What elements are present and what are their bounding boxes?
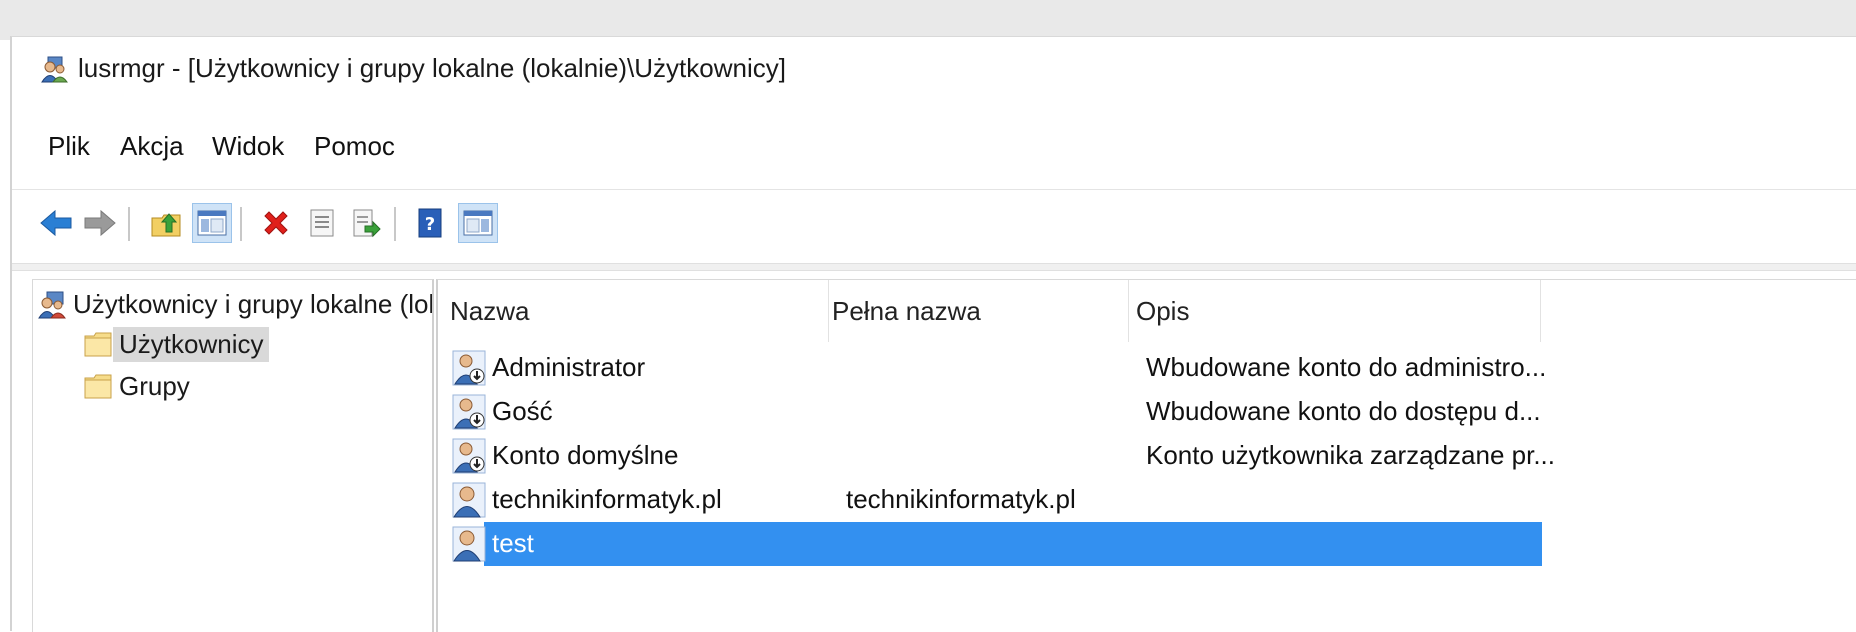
column-divider[interactable]: [1128, 280, 1129, 342]
user-name: Gość: [492, 396, 553, 426]
tree-root-label: Użytkownicy i grupy lokalne (lokalnie): [73, 288, 432, 319]
user-icon: [452, 526, 486, 562]
tree-item-label: Grupy: [119, 370, 190, 401]
delete-icon: [264, 211, 288, 235]
menu-widok[interactable]: Widok: [206, 129, 290, 164]
forward-button[interactable]: [80, 203, 120, 243]
folder-icon: [84, 332, 112, 357]
console-tree-pane[interactable]: Użytkownicy i grupy lokalne (lokalnie) U…: [32, 279, 434, 632]
tree-root-item[interactable]: Użytkownicy i grupy lokalne (lokalnie): [37, 284, 432, 324]
menu-plik[interactable]: Plik: [42, 129, 96, 164]
properties-button[interactable]: [302, 203, 342, 243]
user-description: Konto użytkownika zarządzane pr...: [1146, 440, 1556, 470]
user-name: technikinformatyk.pl: [492, 484, 722, 514]
table-row[interactable]: Konto domyślne Konto użytkownika zarządz…: [452, 434, 1555, 478]
user-full-name: technikinformatyk.pl: [846, 484, 1076, 514]
forward-icon: [84, 209, 116, 237]
help-button[interactable]: ?: [410, 203, 450, 243]
menu-pomoc[interactable]: Pomoc: [308, 129, 401, 164]
show-hide-action-pane-icon: [463, 210, 493, 236]
svg-text:?: ?: [425, 214, 435, 235]
lusrmgr-window: lusrmgr - [Użytkownicy i grupy lokalne (…: [10, 36, 1856, 632]
toolbar: ?: [12, 197, 1856, 255]
column-divider[interactable]: [828, 280, 829, 342]
tree-item-uzytkownicy[interactable]: Użytkownicy: [83, 324, 270, 364]
tree-item-label: Użytkownicy: [113, 326, 270, 362]
export-list-icon: [353, 209, 381, 238]
user-name: test: [492, 528, 534, 558]
users-app-icon: [41, 56, 68, 83]
show-hide-action-pane-button[interactable]: [458, 203, 498, 243]
user-name: Konto domyślne: [492, 440, 679, 470]
toolbar-separator: [128, 207, 130, 241]
column-header-nazwa[interactable]: Nazwa: [450, 296, 529, 327]
user-description: Wbudowane konto do dostępu d...: [1146, 396, 1541, 426]
local-users-groups-icon: [38, 291, 66, 319]
column-header-pelna-nazwa[interactable]: Pełna nazwa: [832, 296, 981, 327]
show-hide-tree-icon: [197, 210, 227, 236]
disabled-user-icon: [452, 350, 486, 386]
table-row[interactable]: Gość Wbudowane konto do dostępu d...: [452, 390, 1542, 434]
back-icon: [40, 209, 72, 237]
menu-akcja[interactable]: Akcja: [114, 129, 190, 164]
table-row-selected[interactable]: test: [452, 522, 1542, 566]
column-divider[interactable]: [1540, 280, 1541, 342]
toolbar-separator: [394, 207, 396, 241]
result-list-pane[interactable]: Nazwa Pełna nazwa Opis Administrator Wbu…: [436, 279, 1856, 632]
user-name: Administrator: [492, 352, 646, 382]
menu-toolbar-divider: [12, 189, 1856, 190]
user-description: Wbudowane konto do administro...: [1146, 352, 1547, 382]
delete-button[interactable]: [256, 203, 296, 243]
user-icon: [452, 482, 486, 518]
column-header-opis[interactable]: Opis: [1136, 296, 1189, 327]
table-row[interactable]: Administrator Wbudowane konto do adminis…: [452, 346, 1546, 390]
help-icon: ?: [418, 208, 442, 238]
selection-highlight: [484, 522, 1542, 566]
table-row[interactable]: technikinformatyk.pl technikinformatyk.p…: [452, 478, 1542, 522]
show-hide-tree-button[interactable]: [192, 203, 232, 243]
disabled-user-icon: [452, 394, 486, 430]
menu-bar: Plik Akcja Widok Pomoc: [12, 129, 1856, 173]
desktop-background: [0, 0, 1856, 40]
folder-icon: [84, 374, 112, 399]
up-one-level-button[interactable]: [146, 203, 186, 243]
window-title: lusrmgr - [Użytkownicy i grupy lokalne (…: [78, 53, 786, 83]
title-bar: lusrmgr - [Użytkownicy i grupy lokalne (…: [12, 47, 1856, 91]
toolbar-separator: [240, 207, 242, 241]
tree-item-grupy[interactable]: Grupy: [83, 366, 196, 406]
properties-icon: [310, 209, 334, 237]
toolbar-bottom-border: [12, 263, 1856, 271]
back-button[interactable]: [36, 203, 76, 243]
disabled-user-icon: [452, 438, 486, 474]
up-folder-icon: [151, 213, 181, 237]
export-list-button[interactable]: [346, 203, 386, 243]
